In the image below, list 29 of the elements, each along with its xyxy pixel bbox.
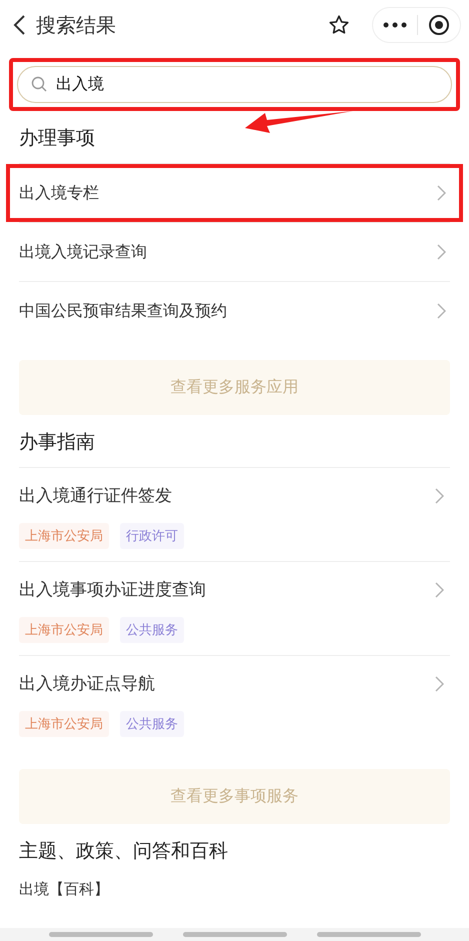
guide-title[interactable]: 出入境事项办证进度查询 [19,578,206,601]
tag: 上海市公安局 [19,523,109,549]
chevron-right-icon [437,303,446,319]
search-icon [31,76,47,92]
tag: 上海市公安局 [19,711,109,737]
tag: 行政许可 [120,523,184,549]
guide-title[interactable]: 出入境通行证件签发 [19,484,172,507]
back-icon[interactable] [12,14,26,36]
close-target-icon[interactable] [428,14,450,36]
chevron-right-icon [435,582,444,598]
tag: 上海市公安局 [19,617,109,643]
search-field[interactable]: 出入境 [17,66,452,103]
tag: 公共服务 [120,711,184,737]
section-title: 办事指南 [19,431,95,453]
list-item[interactable]: 中国公民预审结果查询及预约 [6,282,463,340]
chevron-right-icon [437,244,446,260]
section-title: 主题、政策、问答和百科 [19,840,228,862]
chevron-right-icon [435,676,444,692]
list-item[interactable]: 出入境专栏 [6,164,463,222]
more-icon[interactable] [383,22,407,28]
tag: 公共服务 [120,617,184,643]
page-title: 搜索结果 [36,12,117,38]
result-link[interactable]: 出境【百科】 [19,876,450,899]
star-icon [328,14,350,36]
guide-title[interactable]: 出入境办证点导航 [19,672,155,695]
section-title: 办理事项 [19,127,95,149]
chevron-right-icon [435,488,444,504]
list-item[interactable]: 出境入境记录查询 [6,223,463,281]
chevron-right-icon [437,185,446,201]
